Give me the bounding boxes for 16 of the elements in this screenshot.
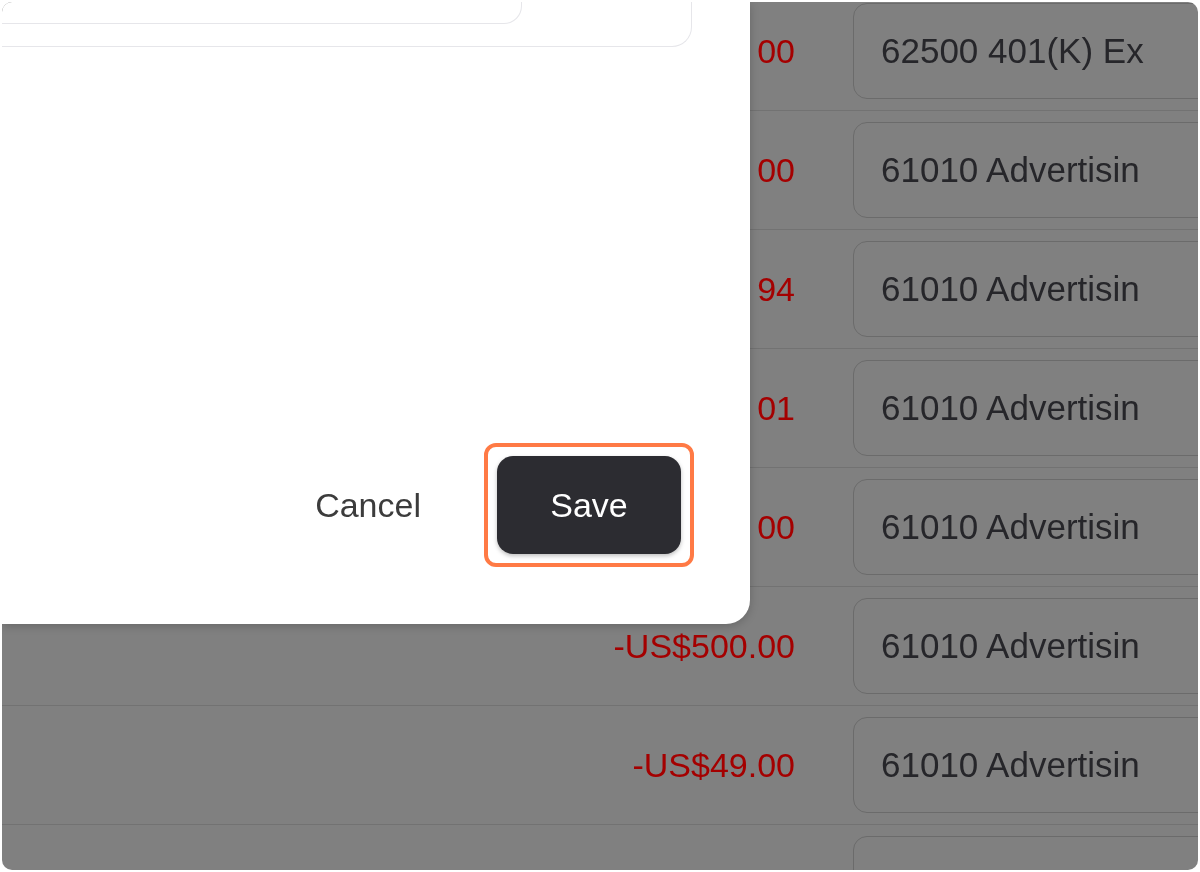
account-field[interactable]: 61010 Advertisin [853,360,1198,456]
cancel-button[interactable]: Cancel [315,477,421,533]
amount-text: 94 [757,269,795,309]
save-button[interactable]: Save [497,456,681,554]
amount-text: -US$49.00 [632,745,795,785]
amount-text: 01 [757,388,795,428]
account-field[interactable]: 61010 Advertisin [853,241,1198,337]
amount-text: 00 [757,150,795,190]
amount-text: 00 [757,31,795,71]
amount-text: 00 [757,507,795,547]
amount-text: -US$500.00 [613,626,795,666]
account-field[interactable]: 61010 Advertisin [853,598,1198,694]
account-field[interactable]: 62500 401(K) Ex [853,3,1198,99]
account-field[interactable]: 61010 Advertisin [853,122,1198,218]
account-field[interactable]: 61010 Advertisin [853,717,1198,813]
account-field[interactable]: 61010 Advertisin [853,479,1198,575]
